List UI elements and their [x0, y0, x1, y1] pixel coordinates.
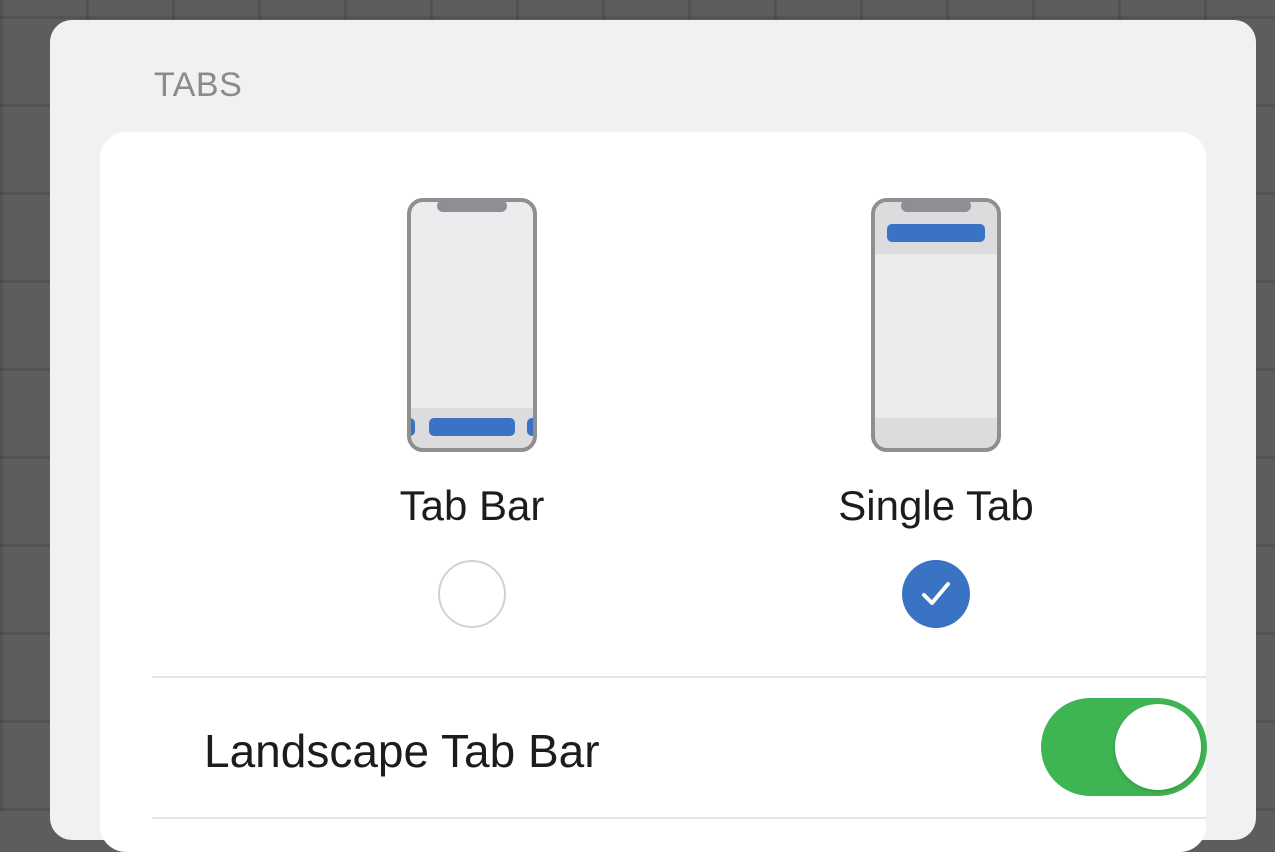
phone-single-tab-icon	[871, 198, 1001, 452]
landscape-tab-bar-label: Landscape Tab Bar	[204, 725, 600, 777]
divider	[152, 817, 1206, 819]
section-header: TABS	[154, 66, 243, 104]
single-tab-radio[interactable]	[902, 560, 970, 628]
tab-bar-radio[interactable]	[438, 560, 506, 628]
landscape-tab-bar-toggle[interactable]	[1041, 698, 1207, 796]
single-tab-label: Single Tab	[838, 482, 1034, 529]
divider	[152, 676, 1206, 678]
tabs-card: Tab Bar Single Tab Landscape Tab Bar	[100, 132, 1207, 852]
settings-sheet: TABS Tab Bar Single Tab Landscape Tab Ba…	[50, 20, 1256, 852]
single-tab-option[interactable]: Single Tab	[786, 132, 1086, 632]
toggle-knob	[1115, 704, 1201, 790]
checkmark-icon	[922, 582, 950, 605]
tab-bar-option[interactable]: Tab Bar	[322, 132, 622, 632]
tab-bar-label: Tab Bar	[399, 482, 545, 529]
phone-tab-bar-icon	[407, 198, 537, 452]
